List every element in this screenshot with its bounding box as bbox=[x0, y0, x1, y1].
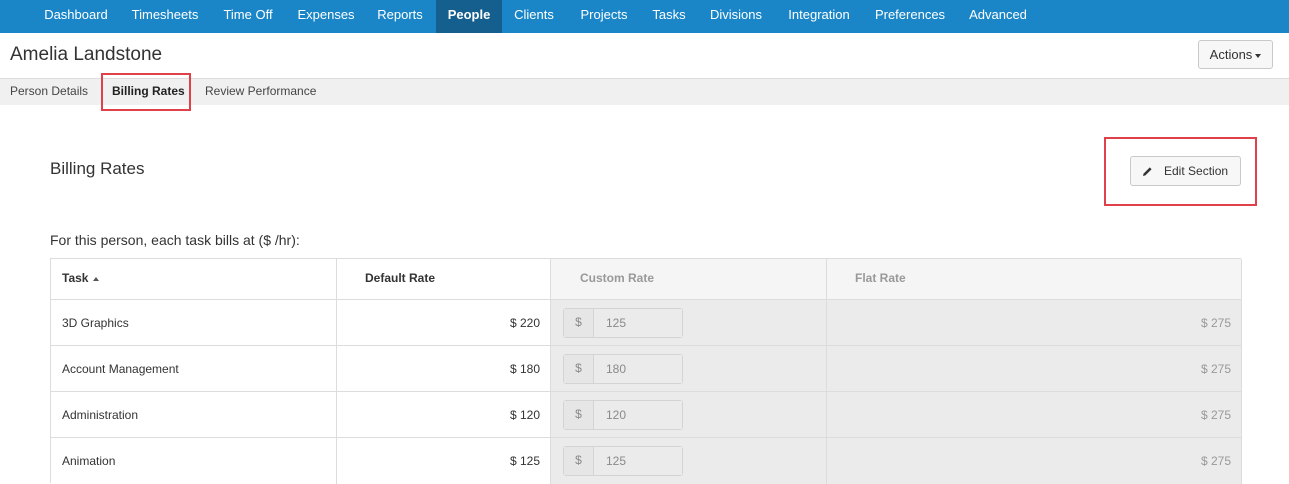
header-task-label: Task bbox=[62, 271, 89, 285]
row-flat-rate: $ 275 bbox=[1200, 454, 1231, 468]
sub-nav: Person Details Billing Rates Review Perf… bbox=[0, 78, 1289, 105]
edit-section-label: Edit Section bbox=[1164, 164, 1229, 178]
row-task: 3D Graphics bbox=[62, 316, 129, 330]
row-flat-rate: $ 275 bbox=[1200, 408, 1231, 422]
custom-rate-input[interactable] bbox=[594, 309, 682, 337]
nav-item-tasks[interactable]: Tasks bbox=[646, 0, 692, 33]
actions-button[interactable]: Actions bbox=[1198, 40, 1273, 69]
row-default-rate: $ 125 bbox=[509, 454, 540, 468]
nav-item-projects[interactable]: Projects bbox=[574, 0, 634, 33]
intro-text: For this person, each task bills at ($ /… bbox=[50, 232, 300, 248]
pencil-icon bbox=[1143, 167, 1152, 176]
custom-rate-input[interactable] bbox=[594, 355, 682, 383]
custom-rate-input[interactable] bbox=[594, 401, 682, 429]
custom-rate-field[interactable]: $ bbox=[563, 400, 683, 430]
row-default-rate: $ 120 bbox=[509, 408, 540, 422]
nav-item-clients[interactable]: Clients bbox=[508, 0, 560, 33]
currency-addon: $ bbox=[564, 401, 594, 429]
currency-addon: $ bbox=[564, 355, 594, 383]
header-task[interactable]: Task bbox=[62, 259, 100, 300]
row-task: Animation bbox=[62, 454, 116, 468]
actions-button-label: Actions bbox=[1209, 47, 1253, 62]
nav-item-reports[interactable]: Reports bbox=[368, 0, 432, 33]
sort-asc-icon bbox=[93, 276, 100, 281]
nav-item-integration[interactable]: Integration bbox=[780, 0, 858, 33]
nav-item-divisions[interactable]: Divisions bbox=[702, 0, 770, 33]
custom-rate-input[interactable] bbox=[594, 447, 682, 475]
nav-item-expenses[interactable]: Expenses bbox=[290, 0, 362, 33]
row-flat-rate: $ 275 bbox=[1200, 316, 1231, 330]
row-flat-rate: $ 275 bbox=[1200, 362, 1231, 376]
caret-down-icon bbox=[1255, 53, 1262, 58]
row-task: Account Management bbox=[62, 362, 179, 376]
nav-item-time-off[interactable]: Time Off bbox=[216, 0, 280, 33]
nav-item-timesheets[interactable]: Timesheets bbox=[124, 0, 206, 33]
edit-section-button[interactable]: Edit Section bbox=[1130, 156, 1241, 186]
column-divider bbox=[550, 259, 551, 484]
column-divider bbox=[1241, 259, 1242, 484]
section-title: Billing Rates bbox=[50, 159, 145, 178]
nav-item-advanced[interactable]: Advanced bbox=[962, 0, 1034, 33]
row-default-rate: $ 180 bbox=[509, 362, 540, 376]
tab-person-details[interactable]: Person Details bbox=[10, 79, 88, 106]
custom-rate-field[interactable]: $ bbox=[563, 354, 683, 384]
person-name: Amelia Landstone bbox=[10, 44, 163, 65]
nav-item-preferences[interactable]: Preferences bbox=[868, 0, 952, 33]
billing-rates-table: Task Default Rate Custom Rate Flat Rate … bbox=[50, 258, 1242, 484]
tab-review-performance[interactable]: Review Performance bbox=[205, 79, 316, 106]
custom-rate-field[interactable]: $ bbox=[563, 446, 683, 476]
custom-rate-field[interactable]: $ bbox=[563, 308, 683, 338]
row-default-rate: $ 220 bbox=[509, 316, 540, 330]
currency-addon: $ bbox=[564, 309, 594, 337]
header-default-rate: Default Rate bbox=[365, 271, 436, 285]
nav-item-people[interactable]: People bbox=[436, 0, 502, 33]
currency-addon: $ bbox=[564, 447, 594, 475]
header-flat-rate: Flat Rate bbox=[855, 271, 906, 285]
nav-item-dashboard[interactable]: Dashboard bbox=[36, 0, 116, 33]
top-nav: Dashboard Timesheets Time Off Expenses R… bbox=[0, 0, 1289, 33]
tab-highlight-box bbox=[101, 73, 191, 111]
header-custom-rate: Custom Rate bbox=[580, 271, 655, 285]
row-task: Administration bbox=[62, 408, 139, 422]
